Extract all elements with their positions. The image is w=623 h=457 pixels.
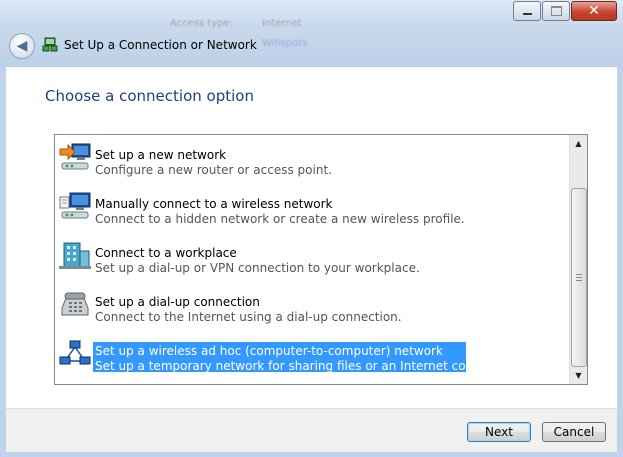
background-window-text: Internet [262,18,302,29]
back-button[interactable]: ◀ [9,33,35,59]
page-heading: Choose a connection option [45,87,254,105]
maximize-icon [550,6,562,16]
window-title-bar: Access type: Internet Wifispots ✕ ◀ Set … [0,0,623,66]
option-description: Configure a new router or access point. [95,163,332,177]
scroll-thumb[interactable] [571,188,587,367]
option-adhoc-network[interactable]: Set up a wireless ad hoc (computer-to-co… [56,334,568,380]
option-new-network[interactable]: Set up a new network Configure a new rou… [56,138,568,184]
option-description: Connect to a hidden network or create a … [95,212,465,226]
scroll-up-arrow-icon: ▲ [575,139,582,148]
option-dialup[interactable]: Set up a dial-up connection Connect to t… [56,285,568,331]
option-title: Set up a new network [95,148,227,162]
window-controls: ✕ [513,1,617,21]
maximize-button[interactable] [542,1,570,21]
wireless-profile-icon [59,192,91,219]
option-title: Set up a dial-up connection [95,295,260,309]
workplace-icon [59,242,91,269]
option-description: Connect to the Internet using a dial-up … [95,310,402,324]
next-button[interactable]: Next [467,422,531,442]
minimize-icon [522,13,532,15]
close-icon: ✕ [588,3,600,19]
wizard-footer: Next Cancel [6,408,617,452]
option-workplace[interactable]: Connect to a workplace Set up a dial-up … [56,236,568,282]
option-title: Set up a wireless ad hoc (computer-to-co… [95,344,443,358]
option-description: Set up a dial-up or VPN connection to yo… [95,261,420,275]
option-manual-wireless[interactable]: Manually connect to a wireless network C… [56,187,568,233]
close-button[interactable]: ✕ [571,1,617,21]
dialup-phone-icon [61,292,89,316]
scroll-down-button[interactable]: ▼ [570,367,587,384]
scroll-up-button[interactable]: ▲ [570,135,587,152]
scroll-down-arrow-icon: ▼ [575,371,582,380]
new-network-icon [59,143,91,170]
option-title: Manually connect to a wireless network [95,197,333,211]
back-arrow-icon: ◀ [16,38,28,54]
scroll-grip-icon [576,274,582,281]
adhoc-network-icon [59,340,91,365]
cancel-button[interactable]: Cancel [542,422,606,442]
minimize-button[interactable] [513,1,541,21]
background-window-text: Wifispots [262,38,308,49]
background-window-text: Access type: [170,18,234,29]
option-description: Set up a temporary network for sharing f… [95,359,522,373]
connection-options-list[interactable]: Set up a new network Configure a new rou… [54,134,588,385]
wizard-content: Choose a connection option Set up a new … [6,66,617,409]
vertical-scrollbar[interactable]: ▲ ▼ [569,135,587,384]
wizard-title: Set Up a Connection or Network [64,38,257,52]
option-title: Connect to a workplace [95,246,237,260]
network-wizard-icon [42,37,58,52]
